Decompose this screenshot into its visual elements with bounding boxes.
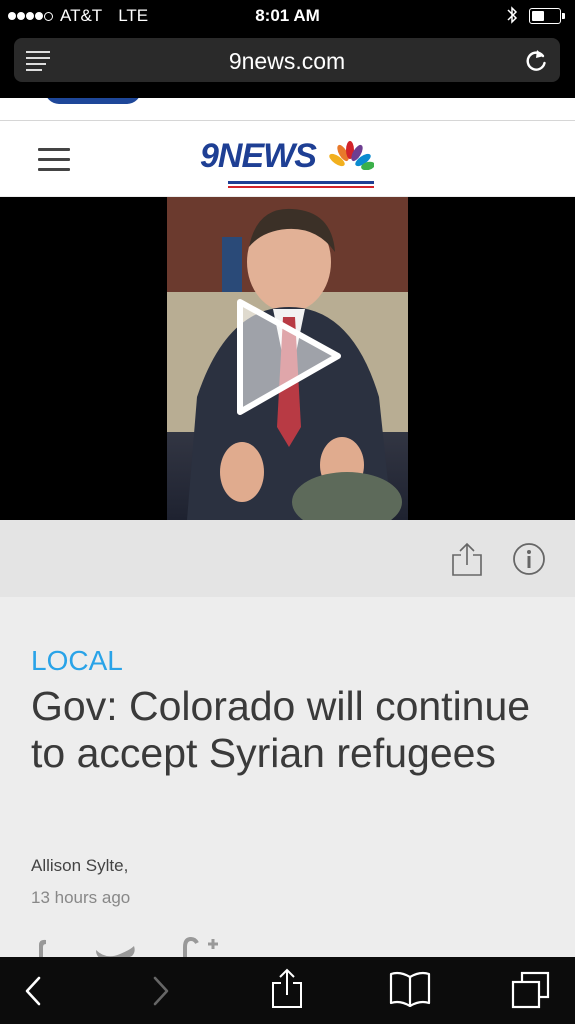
browser-chrome: 9news.com — [0, 32, 575, 98]
bookmarks-icon[interactable] — [388, 971, 432, 1012]
article-timestamp: 13 hours ago — [31, 888, 131, 907]
bluetooth-icon — [506, 5, 518, 30]
article-content: LOCAL Gov: Colorado will continue to acc… — [0, 597, 575, 958]
peacock-icon — [328, 140, 375, 175]
forward-icon[interactable] — [150, 975, 172, 1012]
video-player[interactable] — [0, 197, 575, 520]
info-icon[interactable] — [512, 542, 546, 581]
share-page-icon[interactable] — [270, 967, 304, 1014]
url-domain[interactable]: 9news.com — [14, 48, 560, 75]
battery-icon — [529, 8, 565, 24]
tabs-icon[interactable] — [510, 971, 550, 1014]
article-headline: Gov: Colorado will continue to accept Sy… — [31, 683, 531, 776]
logo-text: 9NEWS — [200, 137, 317, 175]
video-actions — [0, 520, 575, 597]
share-icon[interactable] — [451, 541, 483, 582]
article-author[interactable]: Allison Sylte, — [31, 856, 128, 876]
site-header: 9NEWS — [0, 121, 575, 196]
site-logo[interactable]: 9NEWS — [200, 137, 375, 188]
browser-toolbar — [0, 957, 575, 1024]
banner-button[interactable] — [45, 98, 141, 104]
play-icon[interactable] — [228, 294, 348, 429]
app-banner[interactable] — [0, 98, 575, 121]
menu-icon[interactable] — [38, 148, 70, 178]
clock: 8:01 AM — [255, 6, 320, 25]
reload-icon[interactable] — [524, 47, 548, 78]
address-bar[interactable]: 9news.com — [14, 38, 560, 82]
article-category[interactable]: LOCAL — [31, 645, 123, 677]
back-icon[interactable] — [22, 975, 44, 1012]
status-bar: AT&T LTE 8:01 AM — [0, 0, 575, 32]
